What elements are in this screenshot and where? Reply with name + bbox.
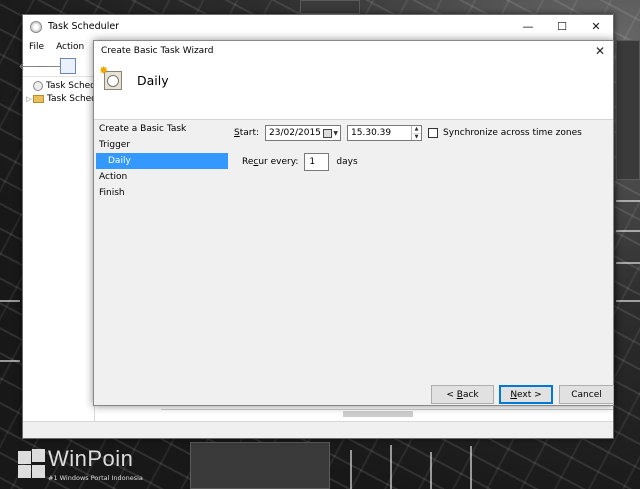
next-button[interactable]: Next > [499,385,553,404]
windows-logo-icon [16,448,46,478]
calendar-dropdown-icon[interactable]: ▼ [323,128,338,138]
start-time-value: 15.30.39 [351,128,392,138]
start-row: Start: 23/02/2015 ▼ 15.30.39 ▲ ▼ Synchro… [234,125,582,141]
wizard-title: Create Basic Task Wizard [101,45,214,56]
sync-option[interactable]: Synchronize across time zones [428,128,582,138]
wizard-heading: Daily [137,73,169,88]
recur-unit-label: days [336,157,358,167]
title-bar[interactable]: Task Scheduler — ☐ ✕ [23,15,613,38]
wallpaper-trace [350,450,352,489]
tree-item-label: Task Schedul [46,80,94,91]
start-time-picker[interactable]: 15.30.39 ▲ ▼ [347,125,423,141]
wizard-title-bar[interactable]: Create Basic Task Wizard ✕ [94,41,613,60]
console-tree: Task Schedul ▷ Task Schedu [25,79,95,424]
window-title: Task Scheduler [48,21,120,32]
cancel-button[interactable]: Cancel [559,385,614,404]
wizard-close-button[interactable]: ✕ [587,41,613,60]
wallpaper-trace [470,446,472,489]
horizontal-scrollbar[interactable] [161,409,613,418]
back-button-post: ack [462,389,479,400]
task-scheduler-app-icon [30,20,42,33]
wallpaper-trace [616,200,640,202]
wallpaper-trace [430,452,432,489]
folder-icon [33,94,44,103]
window-controls: — ☐ ✕ [511,15,613,38]
watermark-name: WinPoin [48,446,134,471]
recur-row: Recur every: 1 days [242,153,358,171]
forward-arrow-icon[interactable]: 🡒 [35,59,65,73]
sync-time-zones-checkbox[interactable] [428,128,439,138]
menu-file[interactable]: File [29,42,44,52]
start-date-value: 23/02/2015 [269,128,321,138]
winpoin-watermark: WinPoin #1 Windows Portal Indonesia [16,446,166,486]
clock-icon [33,80,43,91]
wallpaper-chip [300,0,360,14]
sparkle-icon: ✸ [99,64,109,77]
wallpaper-trace [0,360,20,362]
spin-up-icon[interactable]: ▲ [412,126,422,134]
wallpaper-chip [190,442,330,489]
step-daily[interactable]: Daily [96,153,228,169]
recur-every-input[interactable]: 1 [304,153,330,171]
show-hide-console-tree-icon[interactable] [60,57,76,74]
wallpaper-trace [616,300,640,302]
start-label: Start: [234,128,259,138]
wallpaper-chip [616,40,640,180]
sync-time-zones-label[interactable]: Synchronize across time zones [443,128,582,138]
menu-action[interactable]: Action [56,42,84,52]
next-button-post: ext > [517,389,542,400]
wallpaper-trace [0,300,20,302]
start-date-picker[interactable]: 23/02/2015 ▼ [265,125,342,141]
minimize-button[interactable]: — [511,15,545,38]
step-action[interactable]: Action [96,169,228,185]
watermark-tagline: #1 Windows Portal Indonesia [48,474,143,482]
back-button-pre: < [446,389,457,400]
wizard-content: Start: 23/02/2015 ▼ 15.30.39 ▲ ▼ Synchro… [234,121,612,321]
wallpaper-trace [616,230,640,232]
back-button[interactable]: < Back [431,385,494,404]
step-finish[interactable]: Finish [96,185,228,201]
step-create-basic-task[interactable]: Create a Basic Task [96,121,228,137]
recur-label: Recur every: [242,157,298,167]
wizard-steps: Create a Basic Task Trigger Daily Action… [96,121,228,201]
step-trigger[interactable]: Trigger [96,137,228,153]
wallpaper-trace [390,445,392,489]
start-label-rest: tart: [239,128,260,138]
close-button[interactable]: ✕ [579,15,613,38]
recur-label-post: ur every: [258,157,299,167]
next-button-accel: N [510,389,518,400]
scheduled-task-icon: ✸ [99,64,122,90]
tree-item-task-scheduler-library[interactable]: ▷ Task Schedu [25,92,94,105]
wizard-header: ✸ Daily [94,60,613,120]
icon-clock-face [107,75,119,87]
tree-item-label: Task Schedu [47,93,94,104]
maximize-button[interactable]: ☐ [545,15,579,38]
tree-item-task-scheduler[interactable]: Task Schedul [25,79,94,92]
time-spinner[interactable]: ▲ ▼ [411,126,422,141]
status-bar [23,421,613,438]
create-basic-task-wizard: Create Basic Task Wizard ✕ ✸ Daily Creat… [93,40,614,406]
expand-arrow-icon[interactable]: ▷ [25,95,33,103]
recur-label-pre: Re [242,157,254,167]
wallpaper-trace [616,262,640,264]
spin-down-icon[interactable]: ▼ [412,134,421,141]
scrollbar-thumb[interactable] [343,411,413,417]
